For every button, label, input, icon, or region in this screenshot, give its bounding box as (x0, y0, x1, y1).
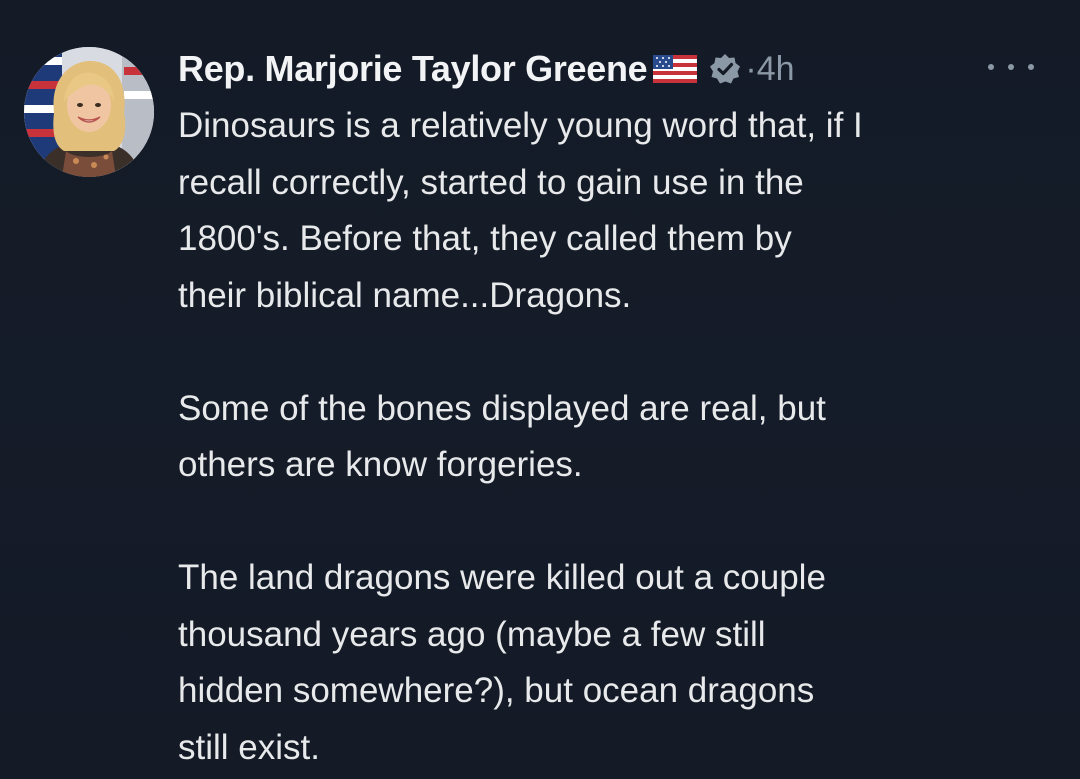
more-dot (1008, 64, 1014, 70)
tweet-line: still exist. (178, 727, 320, 767)
more-dot (988, 64, 994, 70)
tweet-card[interactable]: Rep. Marjorie Taylor Greene ·4h Dinosaur… (0, 0, 1080, 779)
tweet-text: Dinosaurs is a relatively young word tha… (178, 98, 1058, 776)
tweet-line: others are know forgeries. (178, 445, 583, 484)
verified-badge-icon[interactable] (709, 53, 741, 85)
more-dot (1028, 64, 1034, 70)
more-options-icon[interactable] (988, 52, 1034, 82)
tweet-paragraph: The land dragons were killed out a coupl… (178, 550, 1058, 776)
tweet-line: their biblical name...Dragons. (178, 275, 632, 315)
us-flag-icon (653, 55, 698, 83)
tweet-line: Dinosaurs is a relatively young word tha… (178, 106, 863, 145)
tweet-paragraph: Some of the bones displayed are real, bu… (178, 381, 1058, 494)
tweet-paragraph: Dinosaurs is a relatively young word tha… (178, 98, 1058, 324)
display-name[interactable]: Rep. Marjorie Taylor Greene (178, 48, 648, 90)
tweet-line: 1800's. Before that, they called them by (178, 219, 792, 258)
profile-photo-icon (24, 47, 154, 177)
tweet-timestamp[interactable]: ·4h (745, 50, 794, 89)
tweet-line: thousand years ago (maybe a few still (178, 614, 766, 654)
avatar[interactable] (24, 47, 154, 177)
tweet-header: Rep. Marjorie Taylor Greene ·4h (178, 44, 795, 94)
tweet-line: recall correctly, started to gain use in… (178, 162, 804, 202)
tweet-line: hidden somewhere?), but ocean dragons (178, 671, 815, 710)
tweet-line: The land dragons were killed out a coupl… (178, 558, 826, 597)
tweet-line: Some of the bones displayed are real, bu… (178, 388, 826, 428)
